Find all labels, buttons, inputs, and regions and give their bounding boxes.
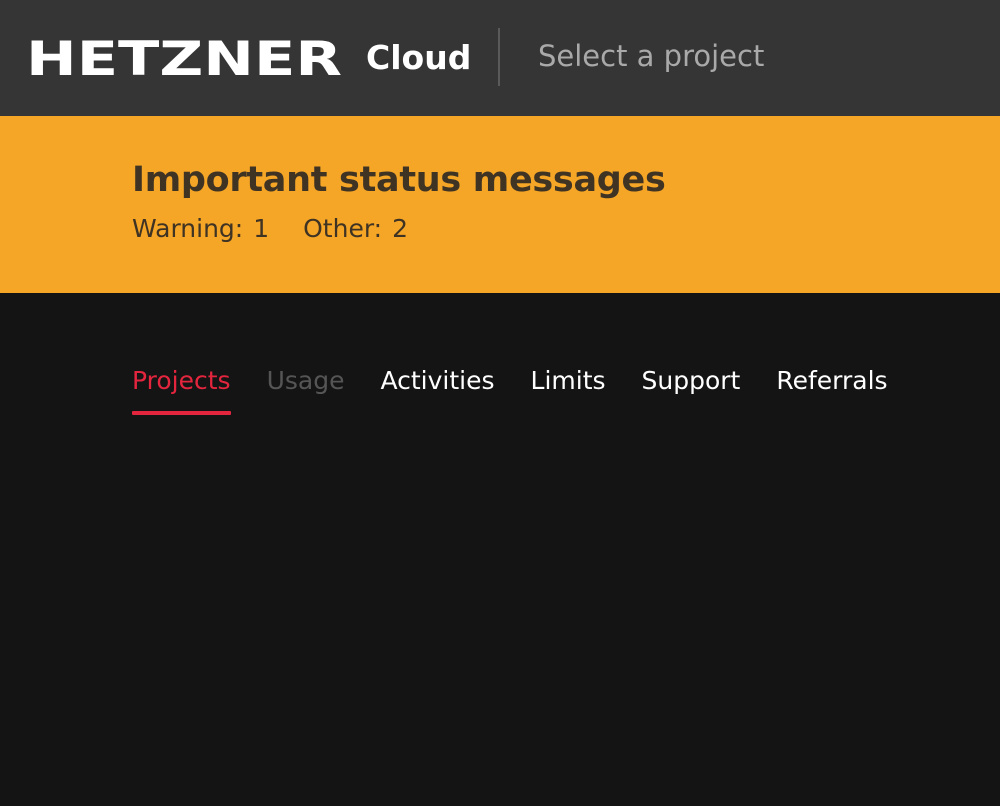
status-counts: Warning: 1 Other: 2 bbox=[132, 214, 408, 243]
header-divider bbox=[498, 28, 500, 86]
tab-limits[interactable]: Limits bbox=[531, 366, 606, 415]
project-selector[interactable]: Select a project bbox=[538, 39, 764, 73]
status-banner-title: Important status messages bbox=[132, 160, 666, 200]
tab-activities[interactable]: Activities bbox=[380, 366, 494, 415]
svg-text:HETZNER: HETZNER bbox=[26, 35, 342, 79]
main-tabs: Projects Usage Activities Limits Support… bbox=[132, 366, 888, 415]
top-navigation-bar: HETZNER Cloud Select a project bbox=[0, 0, 1000, 116]
warning-count-group: Warning: 1 bbox=[132, 214, 269, 243]
other-count: 2 bbox=[392, 214, 408, 243]
hetzner-logo[interactable]: HETZNER bbox=[26, 35, 346, 79]
tab-referrals[interactable]: Referrals bbox=[776, 366, 887, 415]
status-messages-banner[interactable]: Important status messages Warning: 1 Oth… bbox=[0, 116, 1000, 293]
warning-label: Warning: bbox=[132, 214, 244, 243]
other-label: Other: bbox=[303, 214, 383, 243]
other-count-group: Other: 2 bbox=[303, 214, 408, 243]
tab-projects[interactable]: Projects bbox=[132, 366, 231, 415]
tab-support[interactable]: Support bbox=[642, 366, 741, 415]
cloud-product-label: Cloud bbox=[366, 38, 472, 77]
tab-usage: Usage bbox=[266, 366, 345, 395]
warning-count: 1 bbox=[253, 214, 270, 243]
